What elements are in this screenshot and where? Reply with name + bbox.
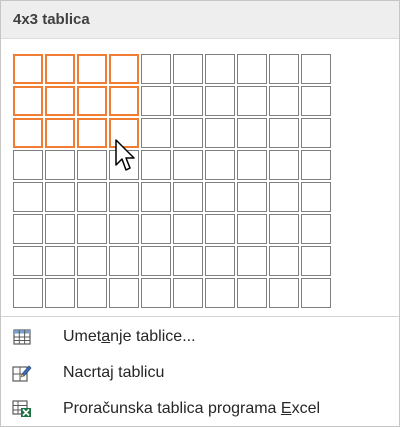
grid-cell-selected[interactable]: [77, 118, 107, 148]
table-size-header: 4x3 tablica: [1, 1, 399, 39]
grid-cell[interactable]: [173, 246, 203, 276]
grid-cell[interactable]: [45, 246, 75, 276]
grid-cell[interactable]: [205, 278, 235, 308]
grid-cell[interactable]: [13, 182, 43, 212]
grid-cell[interactable]: [205, 214, 235, 244]
grid-cell[interactable]: [13, 246, 43, 276]
grid-cell[interactable]: [269, 118, 299, 148]
grid-cell[interactable]: [237, 246, 267, 276]
grid-cell[interactable]: [269, 182, 299, 212]
grid-cell-selected[interactable]: [13, 118, 43, 148]
draw-table-label: Nacrtaj tablicu: [63, 364, 165, 381]
grid-cell[interactable]: [301, 118, 331, 148]
grid-cell[interactable]: [205, 54, 235, 84]
grid-cell[interactable]: [173, 86, 203, 116]
grid-cell-selected[interactable]: [77, 54, 107, 84]
grid-cell[interactable]: [269, 278, 299, 308]
grid-cell[interactable]: [109, 150, 139, 180]
grid-cell[interactable]: [269, 214, 299, 244]
grid-cell[interactable]: [237, 118, 267, 148]
grid-cell[interactable]: [173, 150, 203, 180]
grid-cell[interactable]: [141, 214, 171, 244]
grid-cell[interactable]: [269, 246, 299, 276]
grid-cell[interactable]: [205, 182, 235, 212]
grid-cell[interactable]: [109, 182, 139, 212]
grid-cell[interactable]: [141, 246, 171, 276]
grid-cell[interactable]: [141, 54, 171, 84]
grid-cell[interactable]: [237, 86, 267, 116]
grid-cell[interactable]: [77, 246, 107, 276]
grid-cell[interactable]: [141, 86, 171, 116]
table-size-label: 4x3 tablica: [13, 11, 90, 28]
table-options-menu: Umetanje tablice... Nacrtaj tablicu Pror…: [1, 319, 399, 427]
grid-cell[interactable]: [237, 182, 267, 212]
insert-table-dropdown: 4x3 tablica Umetanje tablice... Nacrtaj …: [0, 0, 400, 427]
insert-table-label: Umetanje tablice...: [63, 328, 196, 345]
grid-cell-selected[interactable]: [109, 54, 139, 84]
grid-cell[interactable]: [301, 182, 331, 212]
grid-cell[interactable]: [301, 246, 331, 276]
grid-cell[interactable]: [173, 182, 203, 212]
grid-cell-selected[interactable]: [45, 86, 75, 116]
grid-cell[interactable]: [301, 86, 331, 116]
grid-cell[interactable]: [205, 118, 235, 148]
grid-cell[interactable]: [77, 182, 107, 212]
grid-cell[interactable]: [269, 86, 299, 116]
grid-cell[interactable]: [141, 118, 171, 148]
grid-cell[interactable]: [205, 246, 235, 276]
grid-cell[interactable]: [237, 278, 267, 308]
grid-cell[interactable]: [45, 214, 75, 244]
grid-cell[interactable]: [45, 150, 75, 180]
grid-cell[interactable]: [109, 278, 139, 308]
grid-cell[interactable]: [109, 214, 139, 244]
grid-cell[interactable]: [237, 54, 267, 84]
excel-spreadsheet-icon: [11, 399, 33, 419]
insert-table-menu-item[interactable]: Umetanje tablice...: [1, 319, 399, 355]
grid-cell[interactable]: [45, 278, 75, 308]
excel-spreadsheet-label: Proračunska tablica programa Excel: [63, 400, 321, 417]
grid-cell[interactable]: [77, 214, 107, 244]
draw-table-icon: [11, 363, 33, 383]
grid-cell[interactable]: [77, 278, 107, 308]
grid-cell-selected[interactable]: [77, 86, 107, 116]
grid-cell[interactable]: [13, 278, 43, 308]
grid-cell-selected[interactable]: [45, 118, 75, 148]
insert-table-icon: [11, 327, 33, 347]
grid-cell[interactable]: [77, 150, 107, 180]
grid-cell[interactable]: [141, 278, 171, 308]
grid-cell[interactable]: [301, 278, 331, 308]
grid-cell[interactable]: [205, 150, 235, 180]
grid-cell-selected[interactable]: [109, 86, 139, 116]
grid-cell[interactable]: [173, 214, 203, 244]
grid-cell-selected[interactable]: [45, 54, 75, 84]
grid-cell[interactable]: [269, 54, 299, 84]
grid-cell[interactable]: [141, 150, 171, 180]
grid-cell[interactable]: [237, 150, 267, 180]
grid-cell[interactable]: [141, 182, 171, 212]
draw-table-menu-item[interactable]: Nacrtaj tablicu: [1, 355, 399, 391]
grid-cell[interactable]: [13, 214, 43, 244]
grid-cell[interactable]: [301, 54, 331, 84]
grid-cell[interactable]: [109, 246, 139, 276]
grid-cell-selected[interactable]: [13, 86, 43, 116]
table-size-grid[interactable]: [13, 54, 331, 308]
grid-cell-selected[interactable]: [13, 54, 43, 84]
grid-cell[interactable]: [173, 54, 203, 84]
grid-cell[interactable]: [269, 150, 299, 180]
grid-cell[interactable]: [173, 278, 203, 308]
grid-cell[interactable]: [205, 86, 235, 116]
grid-cell[interactable]: [173, 118, 203, 148]
menu-divider: [1, 316, 399, 317]
grid-cell[interactable]: [237, 214, 267, 244]
grid-cell[interactable]: [301, 150, 331, 180]
grid-cell-selected[interactable]: [109, 118, 139, 148]
excel-spreadsheet-menu-item[interactable]: Proračunska tablica programa Excel: [1, 391, 399, 427]
grid-cell[interactable]: [45, 182, 75, 212]
grid-cell[interactable]: [13, 150, 43, 180]
grid-cell[interactable]: [301, 214, 331, 244]
